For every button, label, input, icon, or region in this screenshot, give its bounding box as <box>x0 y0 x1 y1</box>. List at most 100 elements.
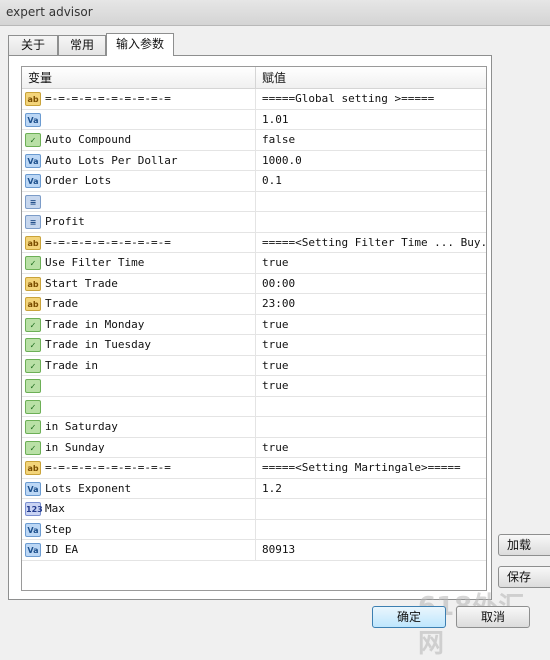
value-cell[interactable]: 80913 <box>262 540 486 560</box>
enum-type-icon: ≡ <box>25 194 41 209</box>
double-type-icon: Va <box>25 543 41 557</box>
variable-name: Trade <box>45 297 79 310</box>
value-cell[interactable] <box>262 192 486 212</box>
value-cell[interactable]: 23:00 <box>262 294 486 314</box>
string-type-icon: ab <box>25 235 41 250</box>
value-cell[interactable]: =====<Setting Martingale>===== <box>262 458 486 478</box>
variable-cell: 123 Max <box>22 499 256 519</box>
inputs-panel: 变量 赋值 ab =-=-=-=-=-=-=-=-=-= =====Global s… <box>8 55 492 600</box>
tab-about[interactable]: 关于 <box>8 35 58 55</box>
variable-name: Profit <box>45 215 85 228</box>
value-cell[interactable]: true <box>262 253 486 273</box>
value-cell[interactable]: true <box>262 356 486 376</box>
value-cell[interactable]: 0.1 <box>262 171 486 191</box>
variable-cell: ≡ Profit <box>22 212 256 232</box>
value-cell[interactable]: 1.01 <box>262 110 486 130</box>
title-bar[interactable]: expert advisor <box>0 0 550 26</box>
table-row[interactable]: ≡ Profit <box>22 212 486 233</box>
variable-name: Trade in <box>45 358 98 372</box>
variable-cell: ab =-=-=-=-=-=-=-=-=-= <box>22 89 256 109</box>
bool-type-icon: ✓ <box>25 420 41 434</box>
variable-name: Order Lots <box>45 174 112 187</box>
variable-cell: ab =-=-=-=-=-=-=-=-=-= <box>22 232 256 253</box>
table-row[interactable]: ✓ Trade in Monday true <box>22 314 486 335</box>
variable-cell: ✓ in Sunday <box>22 437 256 458</box>
value-cell[interactable] <box>262 397 486 417</box>
value-cell[interactable]: 00:00 <box>262 274 486 294</box>
variable-name: =-=-=-=-=-=-=-=-=-= <box>45 92 171 105</box>
cancel-button[interactable]: 取消 <box>456 606 530 628</box>
variable-cell: ✓ Trade in Tuesday <box>22 335 256 355</box>
value-cell[interactable]: 1000.0 <box>262 151 486 171</box>
variable-name: Max <box>45 502 65 515</box>
variable-cell: Va Order Lots <box>22 171 256 191</box>
int-type-icon: 123 <box>25 502 43 516</box>
value-cell[interactable]: =====Global setting >===== <box>262 89 486 109</box>
value-cell[interactable]: =====<Setting Filter Time ... Buy... <box>262 233 486 253</box>
value-cell[interactable] <box>262 520 486 540</box>
variable-cell: ✓ in Saturday <box>22 417 256 437</box>
table-row[interactable]: ab Trade 23:00 <box>22 294 486 315</box>
parameters-grid: 变量 赋值 ab =-=-=-=-=-=-=-=-=-= =====Global s… <box>21 66 487 591</box>
double-type-icon: Va <box>25 174 41 188</box>
value-cell[interactable]: true <box>262 376 486 396</box>
value-cell[interactable]: true <box>262 315 486 335</box>
table-row[interactable]: Va ID EA 80913 <box>22 540 486 561</box>
variable-name: Auto Lots Per Dollar <box>45 153 178 167</box>
value-cell[interactable]: true <box>262 335 486 355</box>
table-row[interactable]: Va Order Lots 0.1 <box>22 171 486 192</box>
value-cell[interactable]: 1.2 <box>262 479 486 499</box>
enum-type-icon: ≡ <box>25 215 41 229</box>
table-row[interactable]: Va Step <box>22 519 486 540</box>
variable-cell: Va Lots Exponent <box>22 478 256 499</box>
table-row[interactable]: ✓ Auto Compound false <box>22 130 486 151</box>
bool-type-icon: ✓ <box>25 338 41 352</box>
variable-name: Lots Exponent <box>45 481 132 495</box>
variable-cell: ≡ <box>22 191 256 212</box>
table-row[interactable]: ✓ Trade in Tuesday true <box>22 335 486 356</box>
table-row[interactable]: ab Start Trade 00:00 <box>22 273 486 294</box>
table-row[interactable]: ✓ <box>22 396 486 417</box>
string-type-icon: ab <box>25 276 41 291</box>
table-row[interactable]: ≡ <box>22 191 486 212</box>
table-row[interactable]: ✓ Use Filter Time true <box>22 253 486 274</box>
bool-type-icon: ✓ <box>25 256 41 270</box>
table-row[interactable]: Va 1.01 <box>22 109 486 130</box>
double-type-icon: Va <box>25 522 41 537</box>
table-row[interactable]: ab =-=-=-=-=-=-=-=-=-= =====Global setting… <box>22 89 486 110</box>
variable-name: =-=-=-=-=-=-=-=-=-= <box>45 461 171 474</box>
window-title: expert advisor <box>6 5 93 19</box>
variable-cell: ✓ <box>22 396 256 417</box>
variable-cell: ✓ Auto Compound <box>22 130 256 150</box>
tab-common[interactable]: 常用 <box>58 35 106 55</box>
variable-cell: ab Trade <box>22 294 256 314</box>
variable-name: in Sunday <box>45 440 105 454</box>
value-cell[interactable]: true <box>262 438 486 458</box>
variable-cell: ✓ Use Filter Time <box>22 253 256 273</box>
column-header-variable[interactable]: 变量 <box>22 67 256 89</box>
value-cell[interactable]: false <box>262 130 486 150</box>
table-row[interactable]: ✓ in Saturday <box>22 417 486 438</box>
expert-properties-window: expert advisor 关于 常用 输入参数 变量 赋值 ab =-=-=-… <box>0 0 550 659</box>
table-row[interactable]: ✓ Trade in true <box>22 355 486 376</box>
table-row[interactable]: ✓ in Sunday true <box>22 437 486 458</box>
column-header-value[interactable]: 赋值 <box>256 67 486 89</box>
table-row[interactable]: ab =-=-=-=-=-=-=-=-=-= =====<Setting Filte… <box>22 232 486 253</box>
table-row[interactable]: ✓ true <box>22 376 486 397</box>
save-button[interactable]: 保存 <box>498 566 550 588</box>
variable-name: ID EA <box>45 543 79 556</box>
ok-button[interactable]: 确定 <box>372 606 446 628</box>
tab-inputs[interactable]: 输入参数 <box>106 33 174 56</box>
table-row[interactable]: ab =-=-=-=-=-=-=-=-=-= =====<Setting Marti… <box>22 458 486 479</box>
bool-type-icon: ✓ <box>25 358 41 373</box>
table-row[interactable]: 123 Max <box>22 499 486 520</box>
value-cell[interactable] <box>262 212 486 232</box>
value-cell[interactable] <box>262 417 486 437</box>
bool-type-icon: ✓ <box>25 440 41 455</box>
table-row[interactable]: Va Auto Lots Per Dollar 1000.0 <box>22 150 486 171</box>
load-button[interactable]: 加载 <box>498 534 550 556</box>
table-row[interactable]: Va Lots Exponent 1.2 <box>22 478 486 499</box>
variable-name: in Saturday <box>45 420 118 433</box>
value-cell[interactable] <box>262 499 486 519</box>
string-type-icon: ab <box>25 461 41 475</box>
